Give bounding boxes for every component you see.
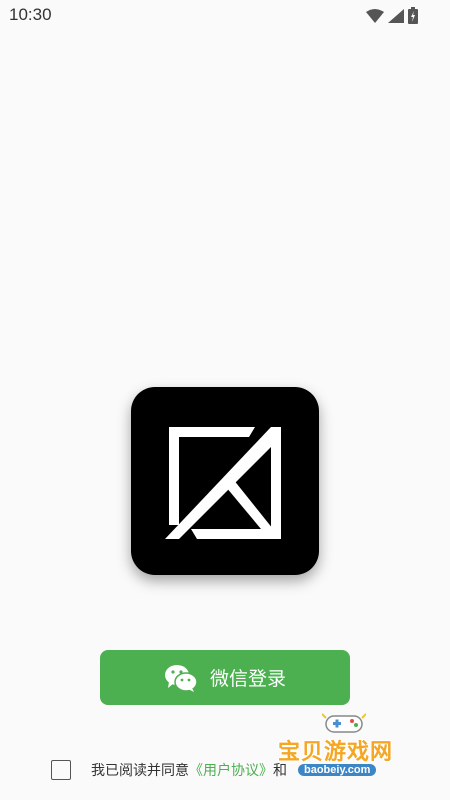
status-time: 10:30 [9,5,52,24]
wechat-icon [164,664,198,692]
app-logo [131,387,319,575]
agreement-checkbox[interactable] [51,760,71,780]
watermark: 宝贝游戏网 baobeiy.com [270,710,420,790]
status-icons [366,7,418,24]
agreement-connector: 和 [273,763,287,779]
battery-icon [408,7,418,24]
wifi-icon [366,8,384,23]
user-agreement-link[interactable]: 《用户协议》 [189,760,273,780]
watermark-text: 宝贝游戏网 [278,740,394,765]
wechat-login-button[interactable]: 微信登录 [100,650,350,705]
agreement-row: 我已阅读并同意 《用户协议》 和 [51,760,287,780]
wechat-login-label: 微信登录 [209,668,286,690]
logo-mark-icon [165,427,281,539]
status-bar: 10:30 [0,0,450,32]
gamepad-icon [322,713,366,733]
signal-icon [388,8,404,23]
watermark-url: baobeiy.com [298,764,377,776]
agreement-prefix: 我已阅读并同意 [91,763,189,779]
